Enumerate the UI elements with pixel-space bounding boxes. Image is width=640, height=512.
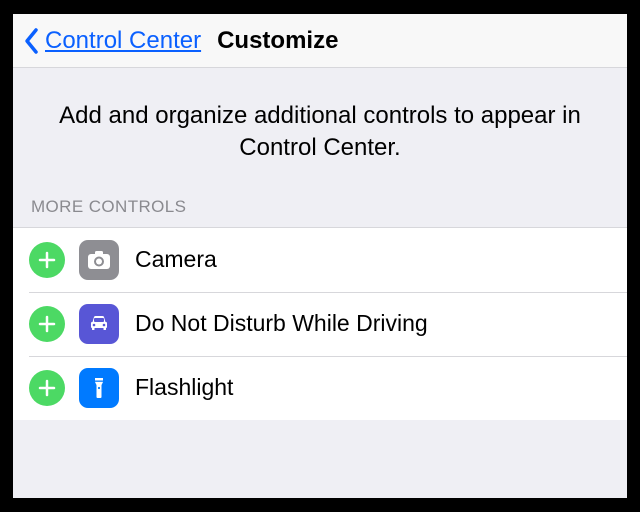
controls-list: Camera Do Not Disturb While Driving [13,227,627,420]
plus-icon [38,379,56,397]
description-text: Add and organize additional controls to … [13,68,627,189]
back-button[interactable]: Control Center [45,27,201,55]
list-item-label: Flashlight [135,374,233,401]
add-button[interactable] [29,242,65,278]
list-item[interactable]: Camera [13,228,627,292]
page-title: Customize [217,27,338,55]
list-item[interactable]: Do Not Disturb While Driving [13,292,627,356]
list-item-label: Do Not Disturb While Driving [135,310,428,337]
section-header-more-controls: MORE CONTROLS [13,189,627,227]
add-button[interactable] [29,370,65,406]
camera-icon [79,240,119,280]
settings-screen: Control Center Customize Add and organiz… [13,14,627,498]
flashlight-icon [79,368,119,408]
list-item-label: Camera [135,246,217,273]
plus-icon [38,315,56,333]
back-chevron-icon[interactable] [23,27,39,55]
list-item[interactable]: Flashlight [13,356,627,420]
navbar: Control Center Customize [13,14,627,68]
plus-icon [38,251,56,269]
car-icon [79,304,119,344]
add-button[interactable] [29,306,65,342]
